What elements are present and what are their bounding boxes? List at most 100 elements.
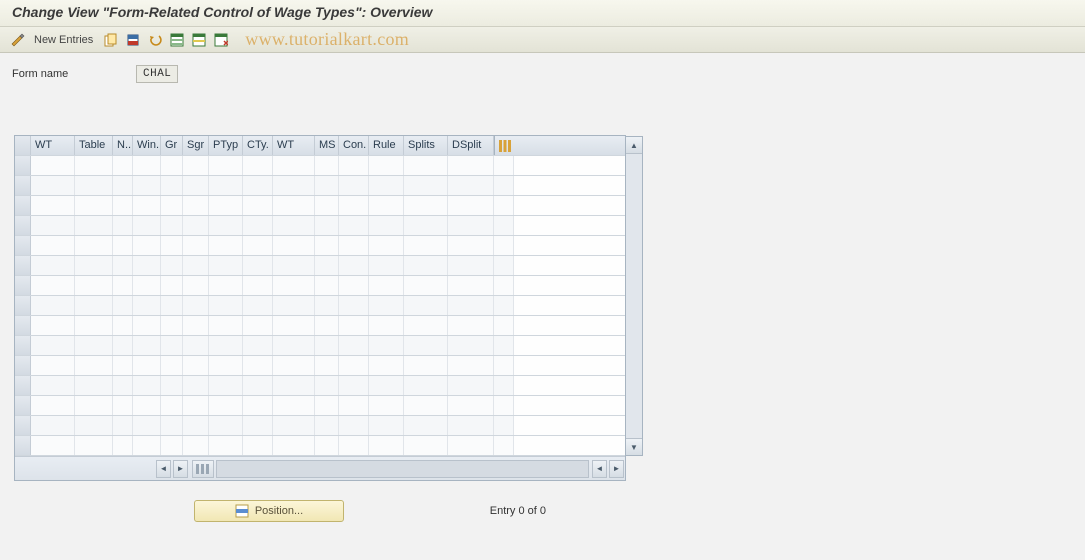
table-cell[interactable] [243,236,273,255]
table-cell[interactable] [339,336,369,355]
column-header-1[interactable]: Table [75,136,113,155]
table-row[interactable] [15,196,625,216]
table-cell[interactable] [113,436,133,455]
table-cell[interactable] [315,296,339,315]
table-cell[interactable] [315,336,339,355]
table-cell[interactable] [209,256,243,275]
row-selector[interactable] [15,276,31,295]
table-cell[interactable] [75,196,113,215]
table-cell[interactable] [113,416,133,435]
table-row[interactable] [15,396,625,416]
table-cell[interactable] [369,156,404,175]
table-cell[interactable] [31,256,75,275]
table-cell[interactable] [369,376,404,395]
table-cell[interactable] [161,356,183,375]
table-cell[interactable] [243,436,273,455]
table-cell[interactable] [161,256,183,275]
table-cell[interactable] [315,416,339,435]
table-cell[interactable] [209,396,243,415]
table-row[interactable] [15,356,625,376]
table-cell[interactable] [273,436,315,455]
table-cell[interactable] [209,316,243,335]
table-cell[interactable] [113,236,133,255]
table-cell[interactable] [369,236,404,255]
select-all-rows[interactable] [15,136,31,155]
table-cell[interactable] [273,356,315,375]
table-cell[interactable] [133,196,161,215]
table-cell[interactable] [369,296,404,315]
table-cell[interactable] [369,216,404,235]
table-cell[interactable] [209,236,243,255]
table-cell[interactable] [31,396,75,415]
table-cell[interactable] [448,316,494,335]
table-cell[interactable] [315,236,339,255]
table-cell[interactable] [243,296,273,315]
scroll-left-icon[interactable]: ◄ [156,460,171,478]
table-cell[interactable] [448,196,494,215]
row-selector[interactable] [15,376,31,395]
table-cell[interactable] [339,236,369,255]
table-cell[interactable] [273,156,315,175]
table-cell[interactable] [133,276,161,295]
table-cell[interactable] [133,256,161,275]
table-cell[interactable] [339,416,369,435]
table-cell[interactable] [369,176,404,195]
table-cell[interactable] [75,356,113,375]
table-cell[interactable] [315,396,339,415]
table-cell[interactable] [31,376,75,395]
table-cell[interactable] [448,236,494,255]
table-cell[interactable] [404,396,448,415]
table-cell[interactable] [369,316,404,335]
table-cell[interactable] [339,256,369,275]
deselect-all-icon[interactable] [211,30,231,50]
table-row[interactable] [15,416,625,436]
table-cell[interactable] [183,376,209,395]
table-row[interactable] [15,316,625,336]
column-header-3[interactable]: Win. [133,136,161,155]
table-cell[interactable] [75,416,113,435]
table-cell[interactable] [209,216,243,235]
table-cell[interactable] [133,316,161,335]
table-cell[interactable] [404,336,448,355]
table-cell[interactable] [75,236,113,255]
table-cell[interactable] [404,376,448,395]
table-cell[interactable] [113,176,133,195]
table-cell[interactable] [31,196,75,215]
column-header-0[interactable]: WT [31,136,75,155]
table-cell[interactable] [369,436,404,455]
table-row[interactable] [15,156,625,176]
row-selector[interactable] [15,216,31,235]
table-cell[interactable] [209,376,243,395]
table-cell[interactable] [75,256,113,275]
table-row[interactable] [15,376,625,396]
scroll-right-icon[interactable]: ► [173,460,188,478]
table-cell[interactable] [133,416,161,435]
table-cell[interactable] [404,156,448,175]
table-cell[interactable] [133,436,161,455]
table-cell[interactable] [273,276,315,295]
table-cell[interactable] [183,176,209,195]
table-cell[interactable] [113,256,133,275]
scroll-right-end-icon[interactable]: ► [609,460,624,478]
table-row[interactable] [15,216,625,236]
table-cell[interactable] [315,196,339,215]
table-cell[interactable] [183,416,209,435]
table-cell[interactable] [369,336,404,355]
scroll-down-icon[interactable]: ▼ [626,438,642,455]
table-cell[interactable] [273,236,315,255]
table-cell[interactable] [339,356,369,375]
table-cell[interactable] [113,396,133,415]
table-cell[interactable] [369,256,404,275]
table-cell[interactable] [339,376,369,395]
table-cell[interactable] [243,376,273,395]
column-header-10[interactable]: Con. [339,136,369,155]
table-cell[interactable] [404,236,448,255]
table-cell[interactable] [448,336,494,355]
position-button[interactable]: Position... [194,500,344,522]
table-cell[interactable] [183,236,209,255]
table-cell[interactable] [273,316,315,335]
table-cell[interactable] [161,416,183,435]
table-cell[interactable] [448,376,494,395]
table-row[interactable] [15,176,625,196]
table-cell[interactable] [31,176,75,195]
